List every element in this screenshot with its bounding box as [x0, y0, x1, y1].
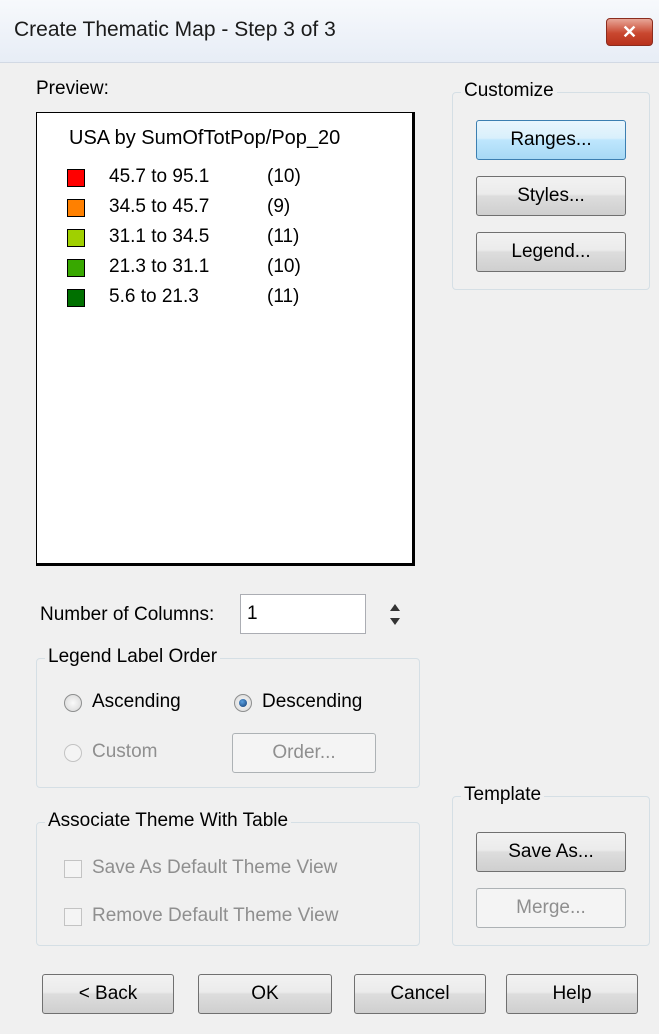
ok-button[interactable]: OK: [198, 974, 332, 1014]
preview-label: Preview:: [36, 78, 109, 99]
back-button[interactable]: < Back: [42, 974, 174, 1014]
descending-radio[interactable]: [234, 694, 252, 712]
ascending-radio[interactable]: [64, 694, 82, 712]
legend-range: 45.7 to 95.1: [109, 166, 210, 187]
legend-range: 5.6 to 21.3: [109, 286, 199, 307]
spin-up-icon[interactable]: [390, 604, 400, 611]
legend-range: 21.3 to 31.1: [109, 256, 210, 277]
legend-count: (11): [267, 286, 300, 307]
legend-swatch: [67, 229, 85, 247]
close-icon: ✕: [621, 22, 638, 42]
legend-button[interactable]: Legend...: [476, 232, 626, 272]
close-button[interactable]: ✕: [606, 18, 653, 46]
styles-button[interactable]: Styles...: [476, 176, 626, 216]
legend-swatch: [67, 169, 85, 187]
window-title: Create Thematic Map - Step 3 of 3: [14, 18, 336, 41]
legend-range: 31.1 to 34.5: [109, 226, 210, 247]
save-default-checkbox[interactable]: [64, 860, 82, 878]
customize-title: Customize: [461, 80, 557, 102]
legend-count: (10): [267, 166, 301, 187]
merge-button[interactable]: Merge...: [476, 888, 626, 928]
ascending-label[interactable]: Ascending: [92, 691, 181, 713]
preview-panel: USA by SumOfTotPop/Pop_20 45.7 to 95.1 (1…: [36, 112, 415, 566]
title-bar: Create Thematic Map - Step 3 of 3 ✕: [0, 0, 659, 63]
associate-group: Associate Theme With Table: [36, 810, 420, 946]
legend-swatch: [67, 199, 85, 217]
legend-count: (11): [267, 226, 300, 247]
columns-label: Number of Columns:: [40, 604, 215, 625]
spin-down-icon[interactable]: [390, 618, 400, 625]
descending-label[interactable]: Descending: [262, 691, 362, 713]
legend-swatch: [67, 289, 85, 307]
associate-title: Associate Theme With Table: [45, 810, 292, 832]
save-as-button[interactable]: Save As...: [476, 832, 626, 872]
legend-count: (9): [267, 196, 291, 217]
template-title: Template: [461, 784, 545, 806]
custom-radio[interactable]: [64, 744, 82, 762]
help-button[interactable]: Help: [506, 974, 638, 1014]
save-default-label: Save As Default Theme View: [92, 857, 338, 878]
columns-spinner[interactable]: [384, 594, 408, 634]
map-title: USA by SumOfTotPop/Pop_20: [69, 127, 341, 149]
order-button[interactable]: Order...: [232, 733, 376, 773]
remove-default-checkbox[interactable]: [64, 908, 82, 926]
remove-default-label: Remove Default Theme View: [92, 905, 339, 926]
legend-count: (10): [267, 256, 301, 277]
legend-swatch: [67, 259, 85, 277]
cancel-button[interactable]: Cancel: [354, 974, 486, 1014]
ranges-button[interactable]: Ranges...: [476, 120, 626, 160]
columns-input[interactable]: [240, 594, 366, 634]
legend-order-title: Legend Label Order: [45, 646, 221, 668]
custom-label: Custom: [92, 741, 158, 762]
legend-range: 34.5 to 45.7: [109, 196, 210, 217]
